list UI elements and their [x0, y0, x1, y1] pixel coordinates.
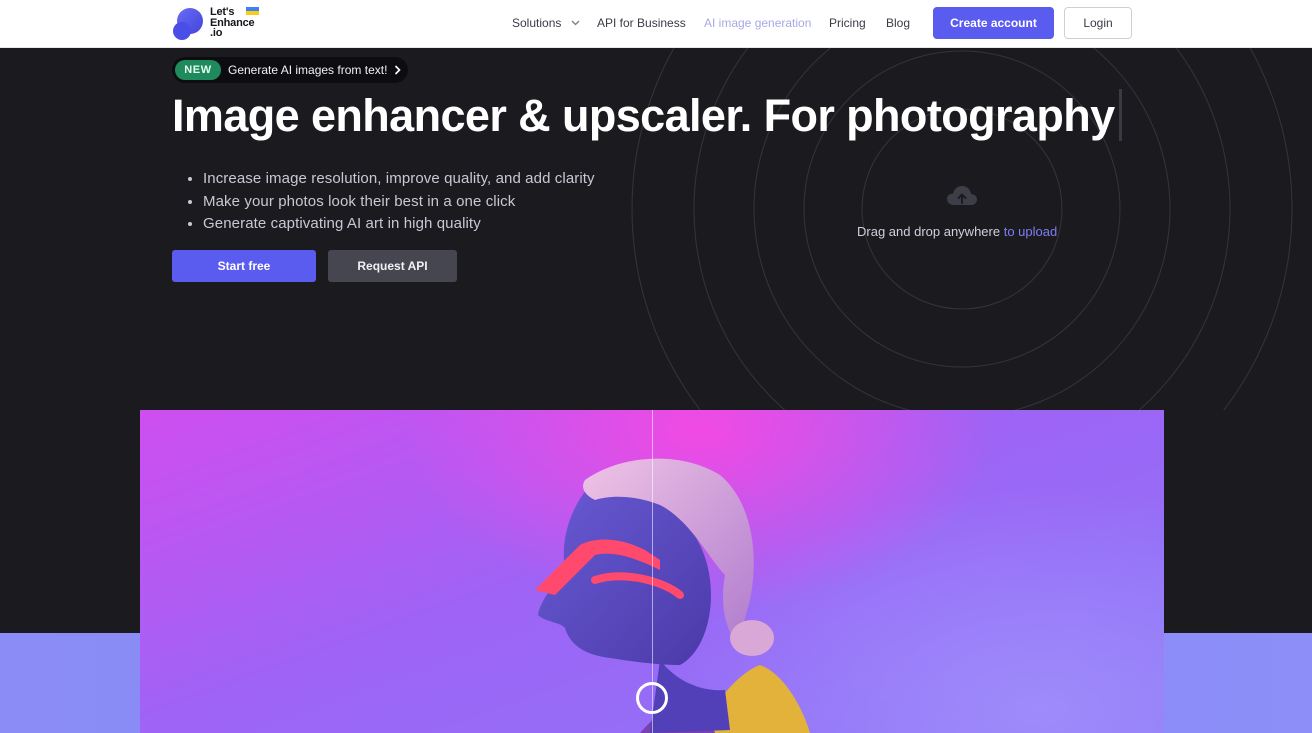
logo-blob-icon	[173, 8, 203, 40]
feature-item: Generate captivating AI art in high qual…	[203, 213, 595, 236]
login-button[interactable]: Login	[1064, 7, 1132, 39]
comparison-slider-handle[interactable]	[636, 682, 668, 714]
flag-icon	[246, 7, 259, 15]
nav-solutions[interactable]: Solutions	[512, 16, 580, 30]
chevron-down-icon	[571, 20, 580, 26]
nav-blog[interactable]: Blog	[886, 16, 910, 30]
request-api-button[interactable]: Request API	[328, 250, 457, 282]
new-badge: NEW	[175, 60, 221, 80]
nav-solutions-label: Solutions	[512, 16, 562, 30]
feature-item: Increase image resolution, improve quali…	[203, 168, 595, 191]
create-account-button[interactable]: Create account	[933, 7, 1054, 39]
announcement-pill[interactable]: NEW Generate AI images from text!	[172, 57, 408, 83]
upload-hint: Drag and drop anywhere to upload	[857, 224, 1057, 239]
top-navbar: Let's Enhance .io Solutions API for Busi…	[0, 0, 1312, 48]
nav-pricing[interactable]: Pricing	[829, 16, 866, 30]
feature-item: Make your photos look their best in a on…	[203, 191, 595, 214]
feature-list: Increase image resolution, improve quali…	[188, 168, 595, 236]
upload-link[interactable]: to upload	[1004, 224, 1058, 239]
page-title: Image enhancer & upscaler. For photograp…	[172, 90, 1115, 141]
start-free-button[interactable]: Start free	[172, 250, 316, 282]
nav-ai-image-generation[interactable]: AI image generation	[704, 16, 811, 30]
announcement-text: Generate AI images from text!	[228, 63, 388, 77]
upload-hint-text: Drag and drop anywhere	[857, 224, 1001, 239]
chevron-right-icon	[394, 65, 401, 75]
nav-api-business[interactable]: API for Business	[597, 16, 686, 30]
logo-line-3: .io	[210, 27, 223, 39]
logo[interactable]: Let's Enhance .io	[172, 6, 272, 42]
before-after-image[interactable]	[140, 410, 1164, 733]
cloud-upload-icon[interactable]	[945, 184, 979, 208]
divider-mark	[1119, 89, 1122, 141]
